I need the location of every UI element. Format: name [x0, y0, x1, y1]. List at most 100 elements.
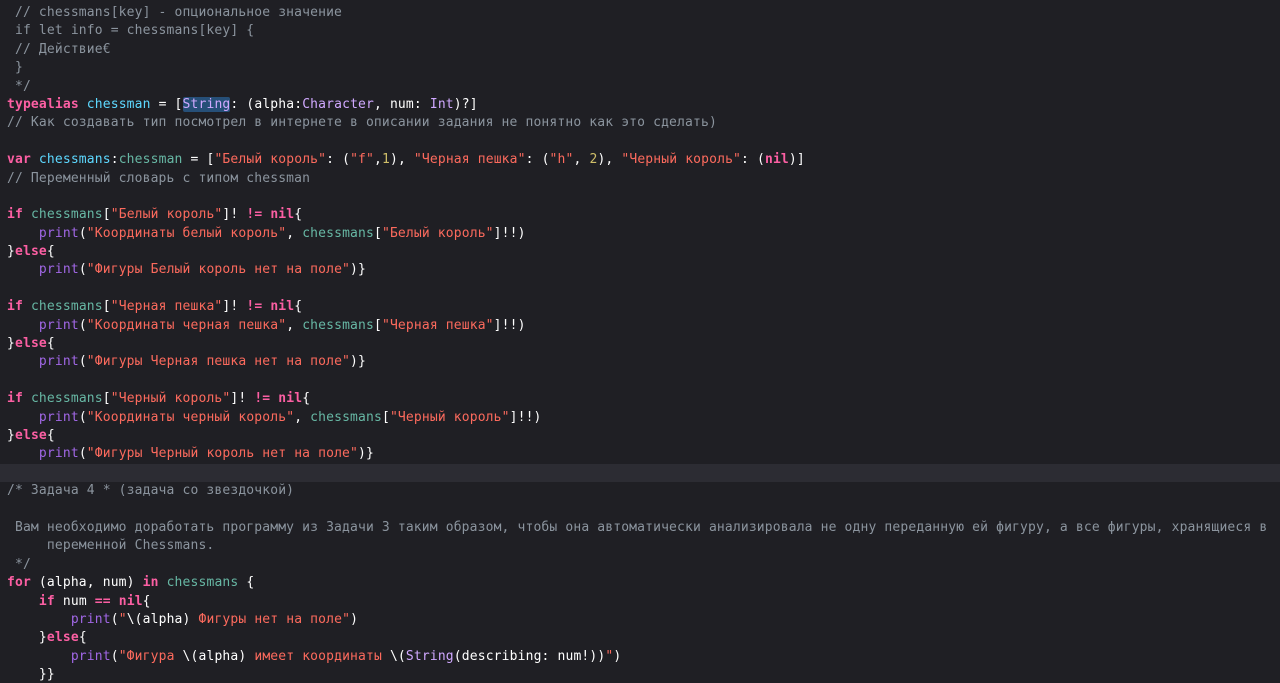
code-text: }} — [7, 667, 55, 683]
code-text: ]! — [230, 391, 255, 407]
code-line[interactable]: print("Координаты черный король", chessm… — [0, 409, 1280, 427]
code-text: , — [374, 152, 382, 168]
code-line[interactable]: if chessmans["Белый король"]! != nil{ — [0, 206, 1280, 224]
code-line[interactable]: print("Фигуры Черная пешка нет на поле")… — [0, 353, 1280, 371]
code-line[interactable]: // Переменный словарь с типом chessman — [0, 170, 1280, 188]
code-line[interactable]: print("Фигуры Белый король нет на поле")… — [0, 261, 1280, 279]
code-line[interactable]: переменной Chessmans. — [0, 537, 1280, 555]
code-line[interactable]: */ — [0, 78, 1280, 96]
string-literal: "h" — [549, 152, 574, 168]
string-literal: "Белый король" — [214, 152, 327, 168]
code-line[interactable] — [0, 188, 1280, 206]
code-line[interactable]: }else{ — [0, 427, 1280, 445]
keyword: else — [46, 630, 79, 646]
code-line[interactable] — [0, 501, 1280, 519]
function-call: print — [70, 611, 111, 627]
code-text: } — [7, 336, 15, 352]
code-line[interactable]: }else{ — [0, 629, 1280, 647]
code-text: (describing: num!)) — [453, 648, 606, 664]
code-line[interactable]: */ — [0, 556, 1280, 574]
identifier: chessmans — [30, 207, 103, 223]
code-text: : ( — [741, 152, 765, 168]
code-line[interactable] — [0, 133, 1280, 151]
code-line[interactable]: print("\(alpha) Фигуры нет на поле") — [0, 611, 1280, 629]
identifier: chessmans — [302, 225, 374, 241]
keyword: for — [7, 575, 31, 591]
code-text: : — [110, 152, 119, 168]
code-editor[interactable]: // chessmans[key] - опциональное значени… — [0, 0, 1280, 683]
code-text: : (alpha: — [230, 96, 303, 112]
code-text: : ( — [525, 152, 550, 168]
current-code-line[interactable] — [0, 463, 1280, 483]
string-literal: "Черный король" — [110, 391, 231, 407]
code-line[interactable]: if let info = chessmans[key] { — [0, 22, 1280, 40]
code-line[interactable]: if chessmans["Черный король"]! != nil{ — [0, 390, 1280, 408]
keyword: typealias — [7, 96, 79, 112]
comment: */ — [7, 556, 31, 572]
code-line[interactable]: } — [0, 59, 1280, 77]
string-literal: "Фигуры Черная пешка нет на поле" — [86, 354, 351, 370]
code-line[interactable]: print("Фигура \(alpha) имеет координаты … — [0, 648, 1280, 666]
keyword: if — [7, 207, 23, 223]
code-line[interactable]: if chessmans["Черная пешка"]! != nil{ — [0, 298, 1280, 316]
code-line[interactable]: // Как создавать тип посмотрел в интерне… — [0, 114, 1280, 132]
code-text: \(alpha) — [126, 611, 191, 627]
code-text: { — [294, 299, 303, 315]
code-line[interactable]: // Действие€ — [0, 41, 1280, 59]
code-line[interactable]: /* Задача 4 * (задача со звездочкой) — [0, 482, 1280, 500]
code-text: )} — [350, 354, 366, 370]
keyword: nil — [270, 299, 295, 315]
keyword: != — [246, 207, 263, 223]
code-text: ]! — [222, 207, 247, 223]
function-call: print — [38, 262, 79, 278]
comment: // chessmans[key] - опциональное значени… — [7, 5, 343, 20]
comment: // Действие€ — [7, 41, 111, 57]
code-line[interactable]: if num == nil{ — [0, 593, 1280, 611]
code-line[interactable]: }else{ — [0, 335, 1280, 353]
code-line[interactable]: print("Координаты черная пешка", chessma… — [0, 317, 1280, 335]
code-line[interactable]: }else{ — [0, 243, 1280, 261]
code-line[interactable]: // chessmans[key] - опциональное значени… — [0, 4, 1280, 22]
code-line[interactable]: for (alpha, num) in chessmans { — [0, 574, 1280, 592]
comment: if let info = chessmans[key] { — [7, 23, 255, 39]
code-line[interactable]: print("Координаты белый король", chessma… — [0, 225, 1280, 243]
string-literal: "Белый король" — [381, 225, 494, 241]
code-line[interactable]: }} — [0, 666, 1280, 683]
string-literal: "Черная пешка" — [381, 317, 494, 333]
code-line[interactable] — [0, 372, 1280, 390]
keyword: if — [7, 299, 23, 315]
identifier: chessmans — [166, 575, 239, 591]
identifier: chessmans — [310, 409, 382, 425]
comment: // Переменный словарь с типом chessman — [7, 170, 311, 186]
code-text: ( — [78, 317, 87, 333]
string-literal: Фигуры нет на поле" — [190, 611, 351, 627]
code-line[interactable]: Вам необходимо доработать программу из З… — [0, 519, 1280, 537]
keyword: nil — [764, 152, 789, 168]
keyword: nil — [270, 207, 295, 223]
code-line[interactable] — [0, 280, 1280, 298]
code-text: ]!!) — [493, 317, 526, 333]
keyword: nil — [118, 593, 143, 609]
code-text: ) — [350, 611, 359, 627]
keyword: if — [38, 593, 55, 609]
code-line[interactable]: var chessmans:chessman = ["Белый король"… — [0, 151, 1280, 169]
selected-text: String — [182, 96, 231, 112]
code-text: ( — [78, 446, 87, 462]
code-line[interactable]: typealias chessman = [String: (alpha:Cha… — [0, 96, 1280, 114]
code-text: , — [286, 225, 303, 241]
keyword: var — [7, 152, 31, 168]
code-text: { — [142, 593, 151, 609]
keyword: != — [246, 299, 263, 315]
code-text: { — [46, 244, 55, 260]
code-line[interactable]: print("Фигуры Черный король нет на поле"… — [0, 445, 1280, 463]
code-text: [ — [102, 299, 111, 315]
code-text: [ — [373, 317, 382, 333]
code-text: ( — [110, 611, 119, 627]
